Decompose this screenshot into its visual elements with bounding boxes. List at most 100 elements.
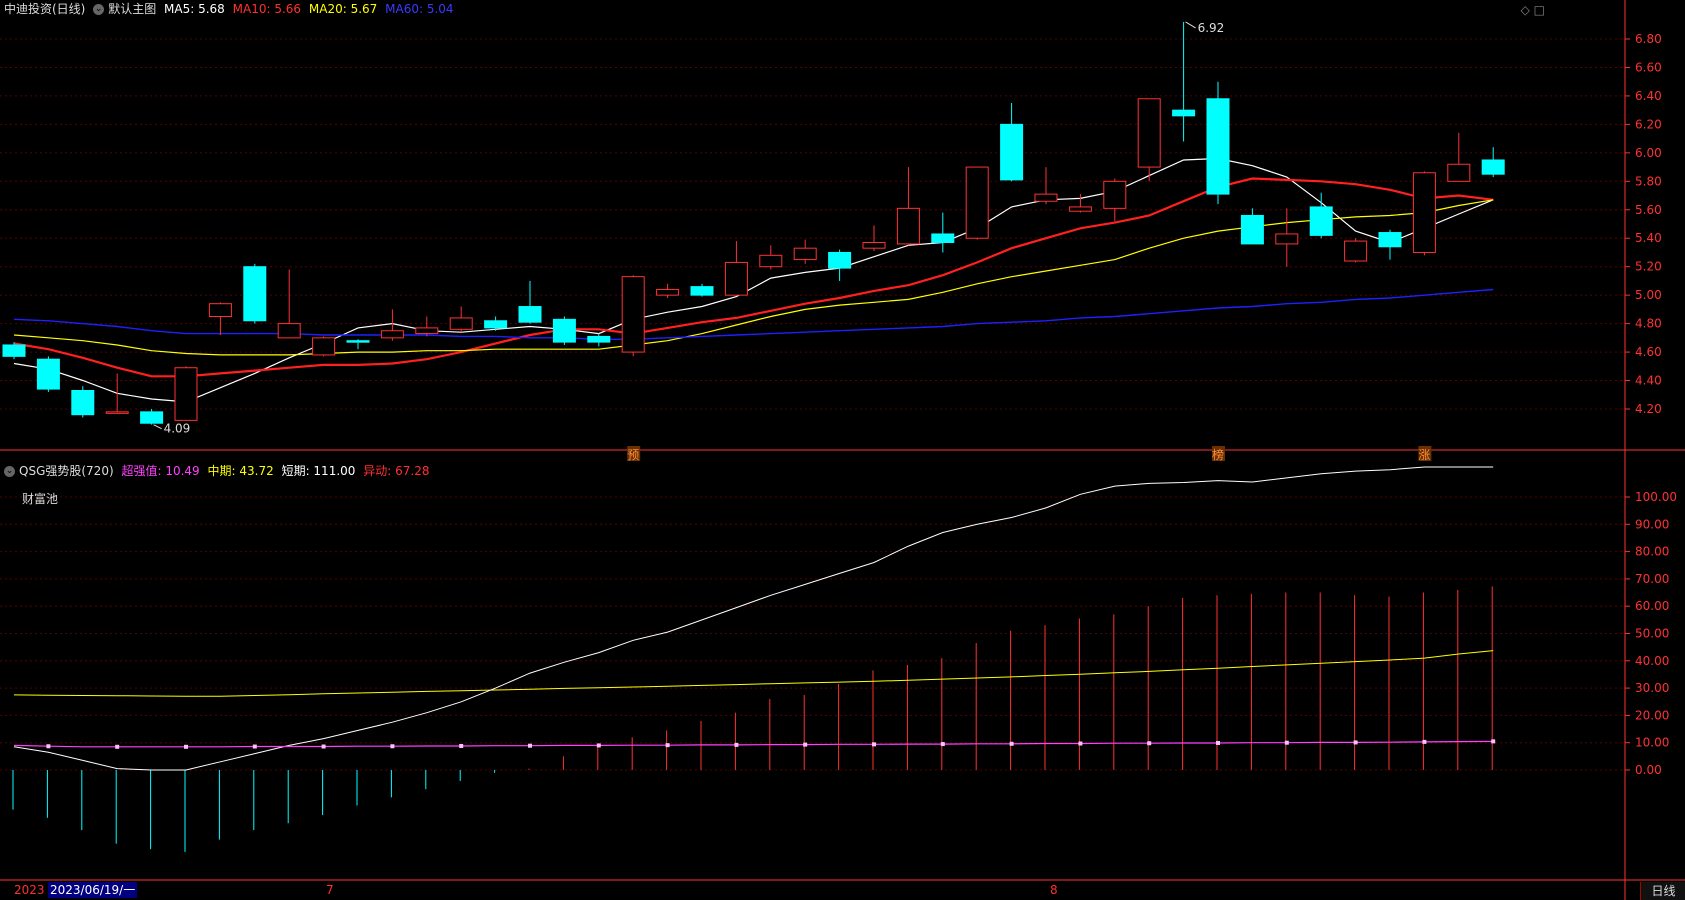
main-tick-label: 6.40 xyxy=(1635,89,1662,103)
indicator-tick-label: 100.00 xyxy=(1635,490,1677,504)
main-tick-label: 5.60 xyxy=(1635,203,1662,217)
super-strength-dot xyxy=(1216,740,1220,745)
square-icon[interactable]: □ xyxy=(1534,3,1545,17)
ma20-legend: MA20: 5.67 xyxy=(308,2,378,16)
candle xyxy=(1275,208,1299,267)
candle-body xyxy=(1275,233,1299,245)
candle xyxy=(1378,229,1402,260)
main-tick-label: 6.60 xyxy=(1635,60,1662,74)
indicator-tick-label: 0.00 xyxy=(1635,763,1662,777)
indicator-mid-legend: 中期: 43.72 xyxy=(207,464,274,478)
main-tick-label: 6.80 xyxy=(1635,32,1662,46)
indicator-name[interactable]: QSG强势股(720) xyxy=(19,464,114,478)
candle xyxy=(793,239,817,264)
candle-body xyxy=(1447,163,1471,182)
candle xyxy=(71,386,95,418)
candle-body xyxy=(1000,123,1024,181)
super-strength-dot xyxy=(115,744,120,749)
super-strength-dot xyxy=(252,744,257,749)
super-strength-dot xyxy=(321,744,326,749)
chevron-down-icon[interactable]: ⌄ xyxy=(93,4,105,15)
candle xyxy=(1309,192,1333,239)
candle-body xyxy=(174,367,198,421)
candle-body xyxy=(1206,98,1230,195)
super-strength-dot xyxy=(459,743,464,748)
ma60-legend: MA60: 5.04 xyxy=(385,2,454,16)
candle-body xyxy=(690,286,714,296)
candle-body xyxy=(1481,159,1505,175)
indicator-tick-label: 30.00 xyxy=(1635,681,1669,695)
diamond-icon[interactable]: ◇ xyxy=(1521,3,1530,17)
super-strength-dot xyxy=(1353,740,1358,745)
candle-body xyxy=(518,306,542,323)
candle-body xyxy=(36,358,60,390)
event-marker-label: 预 xyxy=(627,448,639,462)
indicator-tick-label: 90.00 xyxy=(1635,517,1669,531)
candle xyxy=(552,316,576,345)
candle xyxy=(174,366,198,421)
candle-body xyxy=(828,251,852,269)
candle xyxy=(140,409,164,425)
high-price-label: 6.92 xyxy=(1198,21,1225,35)
indicator-long-legend: 超强值: 10.49 xyxy=(121,464,200,478)
candle xyxy=(621,275,645,357)
period-tab-daily[interactable]: 日线 xyxy=(1640,882,1685,900)
candle xyxy=(587,333,611,347)
main-tick-label: 5.40 xyxy=(1635,231,1662,245)
candle xyxy=(2,342,26,360)
event-marker-label: 榜 xyxy=(1212,447,1224,462)
mid-term-line xyxy=(13,650,1494,697)
candle xyxy=(656,283,680,298)
candle xyxy=(1137,98,1161,182)
candle-body xyxy=(243,266,267,322)
candle-body xyxy=(415,327,439,335)
main-chart-selector[interactable]: 默认主图 xyxy=(108,2,156,16)
main-tick-label: 5.00 xyxy=(1635,288,1662,302)
date-axis-month-7: 7 xyxy=(326,883,334,897)
candle xyxy=(415,316,439,337)
candle-body xyxy=(862,242,886,249)
main-chart-corner-icons: ◇ □ xyxy=(1521,3,1545,17)
candle xyxy=(518,280,542,324)
candle-body xyxy=(793,247,817,261)
candle-body xyxy=(1137,98,1161,168)
candle xyxy=(449,306,473,333)
indicator-tick-label: 50.00 xyxy=(1635,627,1669,641)
chart-canvas[interactable]: 6.80 6.60 6.40 6.20 6.00 5.80 5.60 5.40 5.20 5.00… xyxy=(0,0,1685,900)
super-strength-dot xyxy=(665,743,670,748)
candle-body xyxy=(621,276,645,353)
super-strength-dot xyxy=(528,743,532,748)
candle-body xyxy=(1309,206,1333,236)
super-strength-dot xyxy=(872,742,876,747)
short-term-line xyxy=(13,466,1494,771)
main-tick-label: 6.20 xyxy=(1635,117,1662,131)
candle-body xyxy=(1034,193,1058,202)
candle-body xyxy=(1412,172,1436,253)
indicator-tick-label: 20.00 xyxy=(1635,708,1669,722)
super-strength-dot xyxy=(1284,740,1289,745)
indicator-move-legend: 异动: 67.28 xyxy=(363,464,430,478)
candle xyxy=(346,339,370,350)
high-pointer xyxy=(1185,21,1196,29)
indicator-tick-label: 10.00 xyxy=(1635,736,1669,750)
main-tick-label: 4.80 xyxy=(1635,317,1662,331)
super-strength-dot xyxy=(46,744,51,749)
candle xyxy=(1481,147,1505,178)
candle-body xyxy=(1240,214,1264,245)
indicator-tick-label: 70.00 xyxy=(1635,572,1669,586)
indicator-header: ⌄ QSG强势股(720) 超强值: 10.49 中期: 43.72 短期: 11… xyxy=(4,462,433,480)
super-strength-dot xyxy=(1147,741,1152,746)
super-strength-dot xyxy=(734,742,739,747)
chevron-down-icon[interactable]: ⌄ xyxy=(4,466,15,477)
main-tick-label: 6.00 xyxy=(1635,146,1662,160)
candle-body xyxy=(724,261,748,296)
main-chart-header: 中迪投资(日线) ⌄ 默认主图 MA5: 5.68 MA10: 5.66 MA20… xyxy=(4,0,458,18)
candle-body xyxy=(449,317,473,330)
candle-body xyxy=(931,233,955,243)
candle-body xyxy=(1068,206,1092,212)
candle-body xyxy=(1103,180,1127,209)
candle-body xyxy=(896,207,920,245)
wealth-pool-label: 财富池 xyxy=(22,492,59,506)
main-tick-label: 4.60 xyxy=(1635,345,1662,359)
main-tick-label: 5.20 xyxy=(1635,260,1662,274)
